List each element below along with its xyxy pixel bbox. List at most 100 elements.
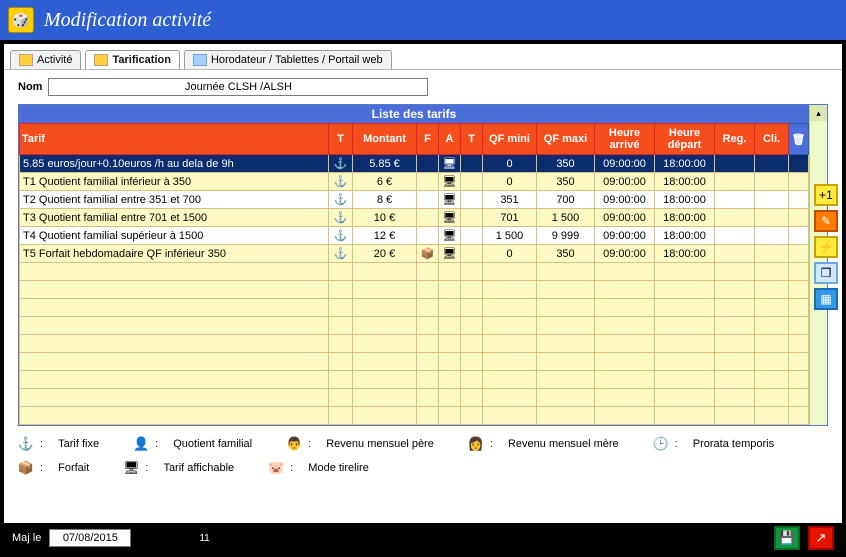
cell: 18:00:00 (655, 245, 715, 263)
cell (537, 389, 595, 407)
cell (20, 371, 329, 389)
table-row[interactable] (20, 263, 809, 281)
cell (461, 245, 483, 263)
table-row[interactable]: T2 Quotient familial entre 351 et 700⚓8 … (20, 191, 809, 209)
cell: 09:00:00 (595, 227, 655, 245)
cell: 701 (483, 209, 537, 227)
cell (417, 389, 439, 407)
cell: 6 € (353, 173, 417, 191)
cell (417, 209, 439, 227)
col-cli[interactable]: Cli. (755, 124, 789, 155)
cell (461, 299, 483, 317)
tab-tarification[interactable]: Tarification (85, 50, 179, 69)
table-row[interactable]: T3 Quotient familial entre 701 et 1500⚓1… (20, 209, 809, 227)
name-row: Nom (4, 70, 842, 104)
cell (655, 299, 715, 317)
col-t[interactable]: T (329, 124, 353, 155)
cell (715, 353, 755, 371)
cell (483, 281, 537, 299)
window-title: Modification activité (44, 9, 211, 32)
col-qfmini[interactable]: QF mini (483, 124, 537, 155)
col-tarif[interactable]: Tarif (20, 124, 329, 155)
copy-button[interactable]: ❐ (814, 262, 838, 284)
close-button[interactable]: ↗ (808, 526, 834, 550)
name-input[interactable] (48, 78, 428, 96)
cell: T5 Forfait hebdomadaire QF inférieur 350 (20, 245, 329, 263)
cell (353, 263, 417, 281)
cell (789, 227, 809, 245)
table-row[interactable]: T5 Forfait hebdomadaire QF inférieur 350… (20, 245, 809, 263)
cell (789, 389, 809, 407)
titlebar: 🎲 Modification activité (0, 0, 846, 40)
cell: 0 (483, 173, 537, 191)
col-qfmaxi[interactable]: QF maxi (537, 124, 595, 155)
table-row[interactable] (20, 317, 809, 335)
edit-button[interactable]: ✎ (814, 210, 838, 232)
cell (789, 191, 809, 209)
table-row[interactable] (20, 407, 809, 425)
cell: 09:00:00 (595, 209, 655, 227)
piggybank-icon: 🐷 (268, 460, 284, 476)
tab-bar: Activité Tarification Horodateur / Table… (4, 44, 842, 70)
table-row[interactable]: 5.85 euros/jour+0.10euros /h au dela de … (20, 155, 809, 173)
cell (789, 245, 809, 263)
col-reg[interactable]: Reg. (715, 124, 755, 155)
cell: 0 (483, 245, 537, 263)
display-icon (439, 299, 461, 317)
col-f[interactable]: F (417, 124, 439, 155)
delete-button[interactable]: ⚡ (814, 236, 838, 258)
tab-activite[interactable]: Activité (10, 50, 81, 69)
table-row[interactable] (20, 389, 809, 407)
cell (715, 209, 755, 227)
cell (595, 317, 655, 335)
cell (417, 371, 439, 389)
cell (789, 281, 809, 299)
legend: ⚓: Tarif fixe 👤: Quotient familial 👨: Re… (18, 436, 828, 476)
cell (715, 299, 755, 317)
table-row[interactable] (20, 371, 809, 389)
cell (789, 317, 809, 335)
col-delete[interactable]: 🗑 (789, 124, 809, 155)
majle-date-input[interactable] (49, 529, 131, 547)
table-row[interactable]: T4 Quotient familial supérieur à 1500⚓12… (20, 227, 809, 245)
cell (715, 227, 755, 245)
add-button[interactable]: +1 (814, 184, 838, 206)
cell (789, 263, 809, 281)
table-row[interactable] (20, 353, 809, 371)
table-row[interactable]: T1 Quotient familial inférieur à 350⚓6 €… (20, 173, 809, 191)
cell (755, 389, 789, 407)
col-a[interactable]: A (439, 124, 461, 155)
display-icon (439, 353, 461, 371)
col-t2[interactable]: T (461, 124, 483, 155)
cell (417, 299, 439, 317)
cell (755, 173, 789, 191)
cell (20, 317, 329, 335)
cell (20, 407, 329, 425)
cell (537, 317, 595, 335)
scroll-up-button[interactable]: ▴ (810, 105, 827, 121)
info-button[interactable]: ▦ (814, 288, 838, 310)
cell: 8 € (353, 191, 417, 209)
col-heure-arrive[interactable]: Heure arrivé (595, 124, 655, 155)
cell (353, 353, 417, 371)
cell (595, 389, 655, 407)
cell (595, 335, 655, 353)
col-heure-depart[interactable]: Heure départ (655, 124, 715, 155)
cell (715, 173, 755, 191)
cell (715, 263, 755, 281)
cell: 5.85 € (353, 155, 417, 173)
cell (755, 263, 789, 281)
cell: 350 (537, 245, 595, 263)
save-button[interactable]: 💾 (774, 526, 800, 550)
table-row[interactable] (20, 299, 809, 317)
tab-horodateur[interactable]: Horodateur / Tablettes / Portail web (184, 50, 392, 69)
cell: 09:00:00 (595, 173, 655, 191)
cell (417, 317, 439, 335)
cell (353, 317, 417, 335)
col-montant[interactable]: Montant (353, 124, 417, 155)
cell (655, 263, 715, 281)
table-row[interactable] (20, 281, 809, 299)
cell (461, 263, 483, 281)
table-row[interactable] (20, 335, 809, 353)
cell (461, 191, 483, 209)
